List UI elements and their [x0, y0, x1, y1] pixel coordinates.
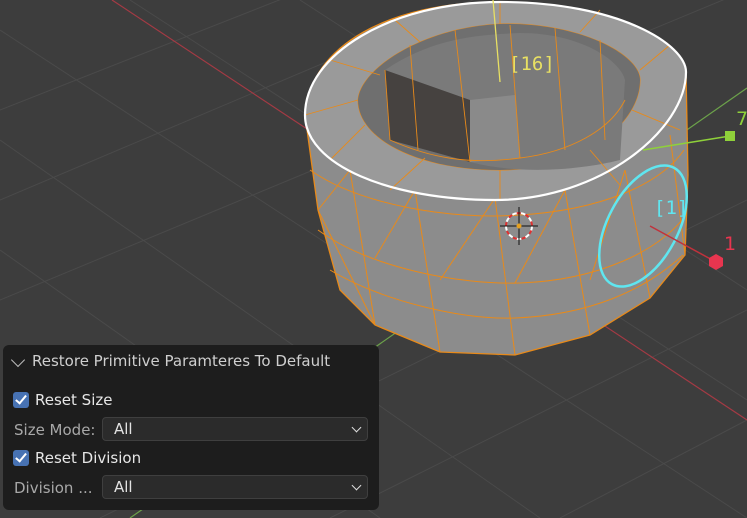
gizmo-x-handle: [709, 254, 723, 270]
gizmo-y-label: 7: [736, 108, 747, 130]
reset-size-label: Reset Size: [35, 391, 113, 409]
checkmark-icon: [13, 450, 29, 466]
size-mode-dropdown[interactable]: All: [102, 417, 368, 441]
gizmo-x-label: 1: [724, 233, 737, 255]
chevron-down-icon: [10, 352, 26, 367]
checkmark-icon: [13, 392, 29, 408]
chevron-down-icon: [351, 480, 362, 491]
gizmo-y-handle: [725, 131, 735, 141]
vertex-count-label: [16]: [509, 53, 555, 75]
size-mode-value: All: [114, 420, 133, 438]
reset-size-checkbox[interactable]: Reset Size: [13, 388, 112, 412]
division-label: Division ...: [14, 479, 93, 497]
reset-division-label: Reset Division: [35, 449, 142, 467]
operator-redo-panel: Restore Primitive Paramteres To Default …: [3, 345, 379, 510]
reset-division-checkbox[interactable]: Reset Division: [13, 446, 141, 470]
selected-count-label: [1]: [654, 197, 689, 219]
division-value: All: [114, 478, 133, 496]
size-mode-label: Size Mode:: [14, 421, 96, 439]
chevron-down-icon: [351, 422, 362, 433]
division-dropdown[interactable]: All: [102, 475, 368, 499]
panel-header[interactable]: Restore Primitive Paramteres To Default: [10, 351, 331, 371]
panel-title: Restore Primitive Paramteres To Default: [32, 352, 331, 370]
